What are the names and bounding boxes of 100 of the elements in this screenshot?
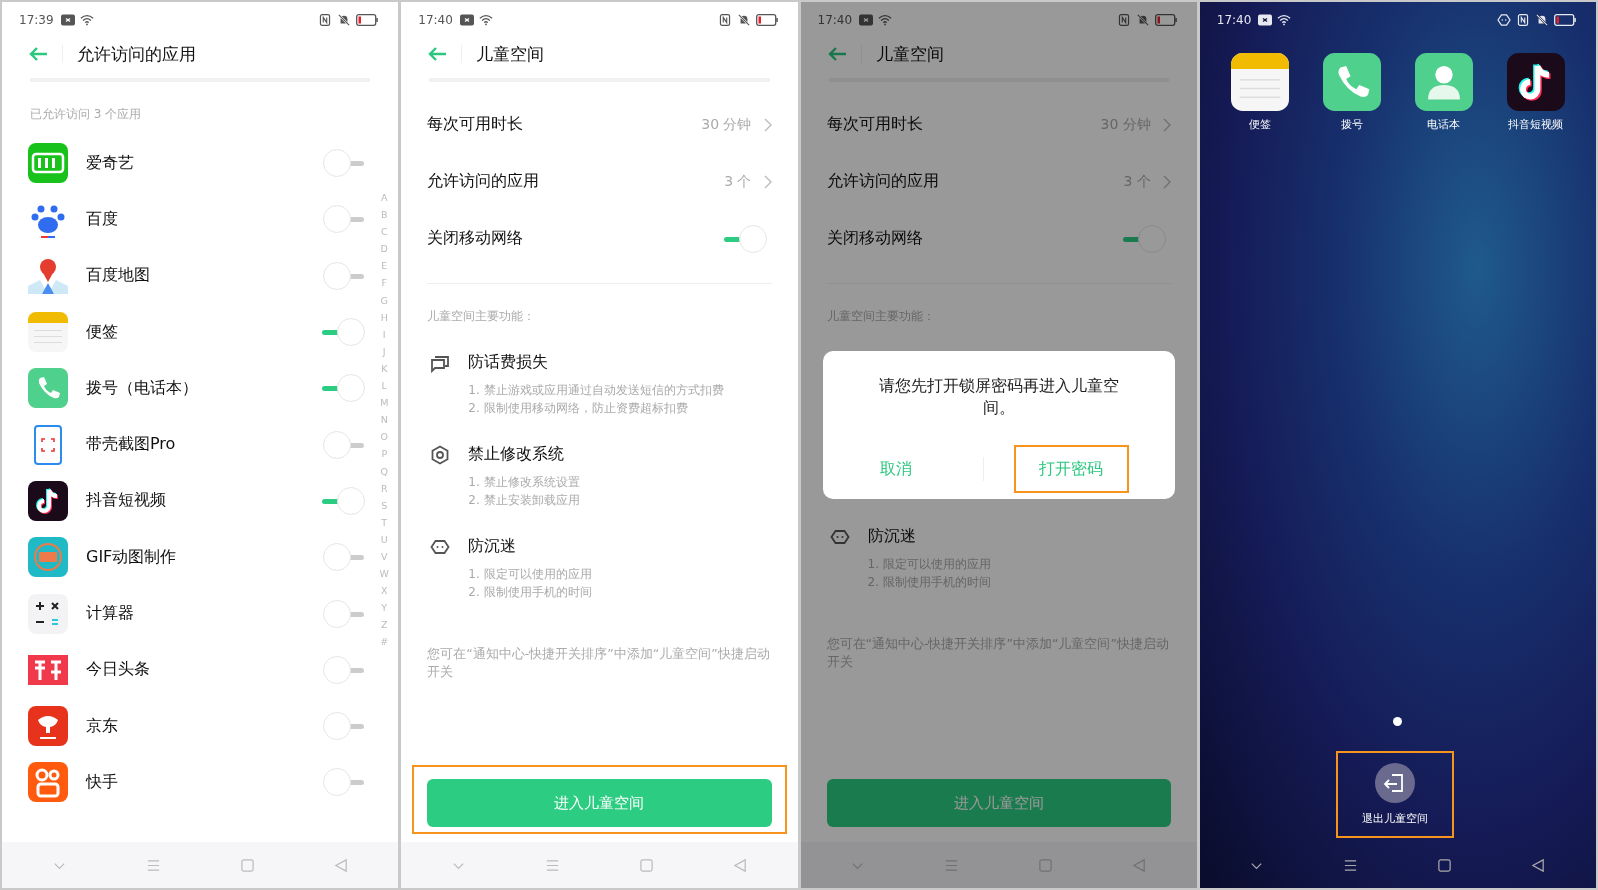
notification-icon (459, 14, 474, 26)
app-label: 拨号 (1340, 117, 1363, 132)
feature-title: 禁止修改系统 (468, 444, 565, 465)
feature-description: 2. 禁止安装卸载应用 (468, 492, 581, 509)
app-label: 抖音短视频 (1508, 117, 1564, 132)
index-letter[interactable]: S (381, 496, 388, 514)
mute-icon (337, 14, 352, 26)
index-letter[interactable]: U (380, 530, 388, 548)
setting-value: 30 分钟 (701, 115, 752, 134)
app-name: 爱奇艺 (86, 152, 135, 174)
battery-icon (356, 14, 379, 26)
nfc-icon (1116, 14, 1131, 26)
wifi-icon (478, 14, 493, 26)
setting-label: 每次可用时长 (826, 114, 924, 135)
toggle-switch[interactable] (322, 373, 367, 404)
phone-app-icon (28, 368, 68, 409)
notification-icon (60, 14, 75, 26)
home-square-icon[interactable] (1437, 857, 1453, 873)
app-name: 抖音短视频 (86, 490, 167, 512)
app-name: 带壳截图Pro (86, 434, 177, 456)
mute-icon (1135, 14, 1150, 26)
mute-icon (1535, 14, 1549, 26)
back-arrow-icon[interactable] (28, 46, 48, 62)
index-letter[interactable]: X (381, 582, 388, 600)
index-letter[interactable]: C (380, 223, 388, 241)
feature-description: 2. 限制使用手机的时间 (468, 584, 593, 601)
index-letter[interactable]: M (380, 394, 389, 412)
page-title: 儿童空间 (875, 42, 944, 66)
page-title: 允许访问的应用 (77, 42, 196, 66)
toggle-switch[interactable] (723, 223, 768, 254)
notes-app-icon (1230, 53, 1289, 111)
menu-icon[interactable] (1343, 857, 1359, 873)
index-letter[interactable]: # (380, 633, 389, 651)
phone-app-icon (1322, 53, 1381, 111)
setting-label: 关闭移动网络 (427, 228, 525, 249)
enter-button[interactable]: 进入儿童空间 (427, 779, 772, 827)
setting-label: 每次可用时长 (427, 114, 525, 135)
toggle-switch[interactable] (1122, 223, 1167, 254)
wifi-icon (878, 14, 893, 26)
status-time: 17:40 (1216, 13, 1252, 27)
index-letter[interactable]: D (380, 240, 388, 258)
setting-label: 允许访问的应用 (826, 171, 940, 192)
index-letter[interactable]: Z (381, 616, 388, 634)
battery-icon (1154, 14, 1177, 26)
index-letter[interactable]: O (380, 428, 388, 446)
feature-description: 1. 禁止游戏或应用通过自动发送短信的方式扣费 (468, 382, 725, 399)
app-name: 京东 (86, 715, 119, 737)
index-letter[interactable]: B (381, 206, 388, 224)
index-letter[interactable]: W (379, 565, 389, 583)
chevron-right-icon[interactable] (1162, 117, 1171, 132)
section-caption: 儿童空间主要功能： (427, 308, 537, 325)
back-triangle-icon[interactable] (1531, 857, 1547, 873)
toggle-switch[interactable] (322, 317, 367, 348)
chevron-right-icon[interactable] (1162, 174, 1171, 189)
index-letter[interactable]: P (381, 445, 388, 463)
index-letter[interactable]: H (380, 308, 388, 326)
back-arrow-icon[interactable] (427, 46, 448, 62)
feature-description: 1. 限定可以使用的应用 (468, 566, 593, 583)
nfc-icon (717, 14, 732, 26)
exit-button[interactable]: 退出儿童空间 (1337, 757, 1452, 832)
index-letter[interactable]: R (380, 479, 388, 497)
app-name: GIF动图制作 (86, 546, 178, 568)
app-name: 便签 (86, 321, 119, 343)
index-letter[interactable]: G (380, 291, 388, 309)
battery-icon (1554, 14, 1576, 26)
wifi-icon (79, 14, 94, 26)
enter-button[interactable]: 进入儿童空间 (826, 779, 1171, 827)
index-letter[interactable]: A (381, 189, 388, 207)
status-time: 17:39 (19, 13, 54, 27)
back-arrow-icon[interactable] (826, 46, 847, 62)
app-name: 拨号（电话本） (86, 377, 199, 399)
nfc-icon (1516, 14, 1530, 26)
index-letter[interactable]: T (381, 513, 388, 531)
chevron-right-icon[interactable] (763, 174, 772, 189)
toggle-switch[interactable] (322, 485, 367, 516)
nfc-icon (318, 14, 333, 26)
setting-label: 关闭移动网络 (826, 228, 924, 249)
index-letter[interactable]: E (381, 257, 388, 275)
status-time: 17:40 (817, 13, 853, 27)
app-name: 百度地图 (86, 265, 151, 287)
page-indicator (1393, 717, 1403, 726)
section-caption: 已允许访问 3 个应用 (29, 106, 143, 123)
calculator-app-icon (28, 593, 68, 634)
index-letter[interactable]: L (381, 377, 387, 395)
dialog-button[interactable]: 打开密码 (1016, 447, 1127, 491)
setting-value: 3 个 (724, 172, 752, 191)
index-letter[interactable]: J (382, 342, 386, 360)
page-title: 儿童空间 (476, 42, 545, 66)
tiktok-app-icon (28, 480, 68, 521)
index-letter[interactable]: V (381, 547, 388, 566)
index-letter[interactable]: Q (380, 462, 388, 480)
chevron-right-icon[interactable] (763, 117, 772, 132)
index-letter[interactable]: N (380, 411, 388, 429)
notification-icon (859, 14, 874, 26)
feature-title: 防沉迷 (867, 526, 916, 547)
index-letter[interactable]: K (381, 359, 388, 378)
dialog-button[interactable]: 取消 (840, 447, 952, 491)
index-letter[interactable]: Y (381, 599, 388, 617)
battery-icon (755, 14, 778, 26)
index-letter[interactable]: F (381, 274, 387, 292)
